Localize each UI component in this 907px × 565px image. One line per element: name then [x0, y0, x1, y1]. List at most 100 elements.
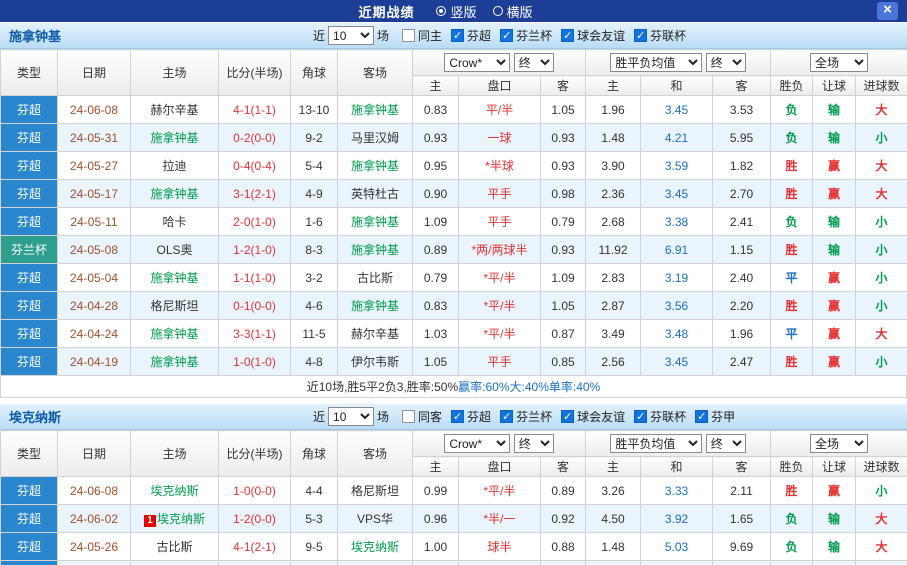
checkbox-unchecked-icon[interactable]	[402, 410, 415, 423]
away-avg-cell: 2.20	[713, 292, 771, 320]
home-team-cell: 格尼斯坦	[131, 292, 219, 320]
checkbox-label: 球会友谊	[577, 27, 625, 44]
avg-header-group: 胜平负均值 终	[586, 431, 771, 457]
draw-avg-cell: 3.48	[641, 320, 713, 348]
col-date: 日期	[58, 50, 131, 96]
handicap-cell: 一球	[459, 124, 541, 152]
odds-source-select[interactable]: Crow*	[444, 434, 510, 453]
home-team-cell: 拉迪	[131, 152, 219, 180]
avg-stage-select[interactable]: 终	[706, 53, 746, 72]
checkbox-checked-icon[interactable]	[561, 29, 574, 42]
handicap-cell: 球半	[459, 533, 541, 561]
avg-stage-select[interactable]: 终	[706, 434, 746, 453]
match-row: 芬超24-05-27拉迪0-4(0-4)5-4施拿钟基0.95*半球0.933.…	[1, 152, 907, 180]
odds-source-select[interactable]: Crow*	[444, 53, 510, 72]
handicap-result-cell: 赢	[813, 561, 856, 565]
match-row: 芬超24-05-191埃克纳斯1-1(1-0)6-3拉迪0.88*平/半0.93…	[1, 561, 907, 565]
home-odds-cell: 0.96	[413, 505, 459, 533]
scope-select[interactable]: 全场	[810, 434, 868, 453]
summary-segment: 近10场,胜5平2负3,	[307, 378, 407, 395]
filter-checkbox[interactable]: 芬超	[451, 408, 491, 425]
goals-cell: 大	[856, 152, 907, 180]
result-cell: 胜	[771, 236, 813, 264]
checkbox-checked-icon[interactable]	[500, 29, 513, 42]
match-row: 芬超24-05-26古比斯4-1(2-1)9-5埃克纳斯1.00球半0.881.…	[1, 533, 907, 561]
filter-bar: 近 10 场 同主芬超芬兰杯球会友谊芬联杯	[310, 26, 695, 45]
filter-checkbox[interactable]: 同客	[402, 408, 442, 425]
checkbox-checked-icon[interactable]	[634, 410, 647, 423]
filter-checkbox[interactable]: 同主	[402, 27, 442, 44]
filter-checkbox[interactable]: 球会友谊	[561, 408, 625, 425]
filter-checkbox[interactable]: 芬甲	[695, 408, 735, 425]
radio-selected-icon[interactable]	[436, 6, 446, 16]
checkbox-label: 芬兰杯	[516, 27, 552, 44]
checkbox-checked-icon[interactable]	[451, 29, 464, 42]
away-avg-cell: 9.69	[713, 533, 771, 561]
filter-checkbox[interactable]: 芬超	[451, 27, 491, 44]
handicap-cell: *平/半	[459, 477, 541, 505]
checkbox-label: 芬联杯	[650, 408, 686, 425]
filter-checkbox[interactable]: 芬联杯	[634, 27, 686, 44]
handicap-cell: 平手	[459, 208, 541, 236]
filter-checkbox[interactable]: 芬兰杯	[500, 408, 552, 425]
away-avg-cell: 1.65	[713, 505, 771, 533]
close-button[interactable]: ×	[877, 2, 898, 20]
home-avg-cell: 2.83	[586, 264, 641, 292]
date-cell: 24-06-08	[58, 477, 131, 505]
checkbox-checked-icon[interactable]	[561, 410, 574, 423]
date-cell: 24-05-08	[58, 236, 131, 264]
filter-checkbox[interactable]: 芬兰杯	[500, 27, 552, 44]
corners-cell: 8-3	[291, 236, 338, 264]
handicap-result-cell: 输	[813, 208, 856, 236]
date-cell: 24-05-26	[58, 533, 131, 561]
score-cell: 3-3(1-1)	[219, 320, 291, 348]
col-away: 客场	[338, 50, 413, 96]
score-cell: 1-0(1-0)	[219, 348, 291, 376]
goals-cell: 大	[856, 180, 907, 208]
col-date: 日期	[58, 431, 131, 477]
goals-cell: 大	[856, 96, 907, 124]
filter-checkbox[interactable]: 球会友谊	[561, 27, 625, 44]
away-avg-cell: 3.53	[713, 96, 771, 124]
sub-col-away-odds: 客	[541, 76, 586, 96]
date-cell: 24-06-02	[58, 505, 131, 533]
away-odds-cell: 0.79	[541, 208, 586, 236]
goals-cell: 大	[856, 505, 907, 533]
checkbox-checked-icon[interactable]	[634, 29, 647, 42]
radio-unselected-icon[interactable]	[493, 6, 503, 16]
checkbox-label: 芬甲	[711, 408, 735, 425]
result-cell: 平	[771, 264, 813, 292]
handicap-result-cell: 输	[813, 96, 856, 124]
scope-select[interactable]: 全场	[810, 53, 868, 72]
match-count-select[interactable]: 10	[328, 407, 374, 426]
league-cell: 芬超	[1, 152, 58, 180]
match-count-select[interactable]: 10	[328, 26, 374, 45]
corners-cell: 3-2	[291, 264, 338, 292]
away-team-cell: 拉迪	[338, 561, 413, 565]
checkbox-checked-icon[interactable]	[451, 410, 464, 423]
result-cell: 负	[771, 505, 813, 533]
checkbox-checked-icon[interactable]	[695, 410, 708, 423]
corners-cell: 5-4	[291, 152, 338, 180]
avg-source-select[interactable]: 胜平负均值	[610, 434, 702, 453]
odds-stage-select[interactable]: 终	[514, 434, 554, 453]
odds-stage-select[interactable]: 终	[514, 53, 554, 72]
handicap-result-cell: 赢	[813, 264, 856, 292]
matches-label: 场	[377, 27, 389, 44]
league-cell: 芬超	[1, 477, 58, 505]
team-section-1: 施拿钟基 近 10 场 同主芬超芬兰杯球会友谊芬联杯 类型 日期 主场 比分	[0, 22, 907, 398]
layout-radio-horizontal[interactable]: 横版	[493, 2, 533, 21]
home-avg-cell: 3.49	[586, 320, 641, 348]
checkbox-unchecked-icon[interactable]	[402, 29, 415, 42]
col-score: 比分(半场)	[219, 50, 291, 96]
checkbox-checked-icon[interactable]	[500, 410, 513, 423]
layout-radio-vertical[interactable]: 竖版	[436, 2, 476, 21]
away-team-cell: 施拿钟基	[338, 208, 413, 236]
date-cell: 24-05-19	[58, 561, 131, 565]
corners-cell: 9-5	[291, 533, 338, 561]
score-cell: 4-1(1-1)	[219, 96, 291, 124]
filter-checkbox[interactable]: 芬联杯	[634, 408, 686, 425]
avg-source-select[interactable]: 胜平负均值	[610, 53, 702, 72]
radio-label: 横版	[507, 2, 533, 21]
team-name: 施拿钟基	[0, 26, 61, 45]
